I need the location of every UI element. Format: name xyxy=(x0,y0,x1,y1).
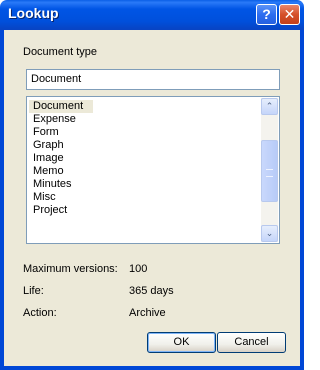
list-item[interactable]: Expense xyxy=(29,113,261,126)
close-icon: ✕ xyxy=(283,6,296,22)
document-type-list[interactable]: Document Expense Form Graph Image Memo Minutes… xyxy=(26,96,280,244)
document-type-label: Document type xyxy=(23,46,97,58)
list-item[interactable]: Memo xyxy=(29,165,261,178)
action-label: Action: xyxy=(23,307,57,319)
document-type-input[interactable]: Document xyxy=(26,69,280,90)
cancel-button[interactable]: Cancel xyxy=(217,332,286,353)
chevron-up-icon: ⌃ xyxy=(265,101,274,111)
list-items: Document Expense Form Graph Image Memo Minutes… xyxy=(29,100,261,217)
question-mark-icon: ? xyxy=(262,6,271,22)
chevron-down-icon: ⌄ xyxy=(265,228,274,238)
list-item[interactable]: Misc xyxy=(29,191,261,204)
scroll-down-button[interactable]: ⌄ xyxy=(261,225,278,242)
action-value: Archive xyxy=(129,307,166,319)
title-bar[interactable]: Lookup ? ✕ xyxy=(0,0,304,30)
life-value: 365 days xyxy=(129,285,174,297)
max-versions-value: 100 xyxy=(129,263,148,275)
list-item[interactable]: Minutes xyxy=(29,178,261,191)
list-item[interactable]: Project xyxy=(29,204,261,217)
help-button[interactable]: ? xyxy=(256,4,277,25)
list-item[interactable]: Graph xyxy=(29,139,261,152)
list-item[interactable]: Image xyxy=(29,152,261,165)
close-button[interactable]: ✕ xyxy=(279,4,300,25)
max-versions-label: Maximum versions: xyxy=(23,263,118,275)
scroll-up-button[interactable]: ⌃ xyxy=(261,98,278,115)
lookup-dialog: Lookup ? ✕ Document type Document Docume… xyxy=(0,0,304,370)
list-item[interactable]: Document xyxy=(29,100,93,113)
grip-icon xyxy=(266,169,273,177)
vertical-scrollbar[interactable]: ⌃ ⌄ xyxy=(261,98,278,242)
window-title: Lookup xyxy=(8,5,59,21)
ok-button[interactable]: OK xyxy=(147,332,216,353)
scrollbar-thumb[interactable] xyxy=(261,140,278,202)
life-label: Life: xyxy=(23,285,44,297)
list-item[interactable]: Form xyxy=(29,126,261,139)
